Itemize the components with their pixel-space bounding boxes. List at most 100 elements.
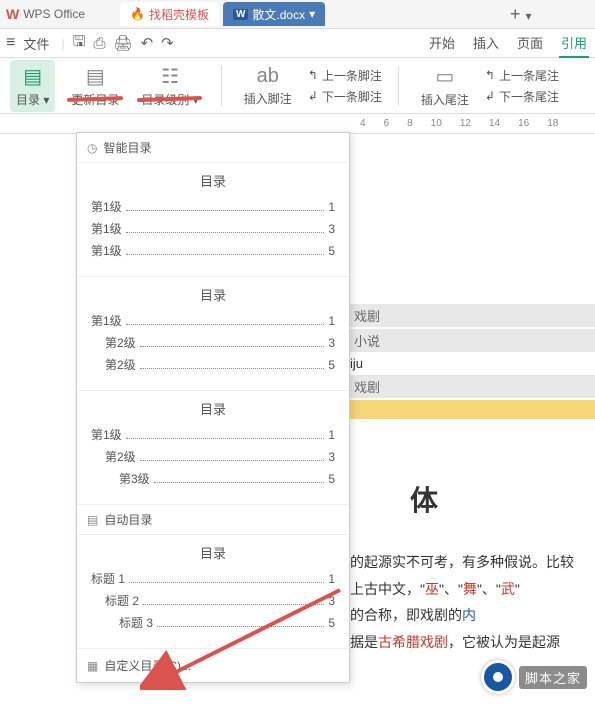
custom-toc-icon: ▦	[87, 659, 98, 673]
toc-row-label: 标题 2	[105, 592, 139, 609]
new-tab-button[interactable]: + ▾	[510, 4, 532, 25]
next-footnote-button[interactable]: ↲ 下一条脚注	[308, 88, 382, 105]
toc-row-leader	[143, 604, 324, 605]
next-endnote-button[interactable]: ↲ 下一条尾注	[485, 88, 559, 105]
toc-dropdown: ◷ 智能目录 目录第1级1第1级3第1级5目录第1级1第2级3第2级5目录第1级…	[76, 132, 350, 683]
watermark: 脚本之家	[481, 660, 587, 694]
toc-row-leader	[129, 582, 324, 583]
toc-style-option[interactable]: 目录标题 11标题 23标题 35	[77, 535, 349, 649]
insert-endnote-label: 插入尾注	[421, 91, 469, 108]
undo-icon[interactable]: ↶	[141, 34, 154, 52]
toc-row-page: 5	[328, 358, 335, 372]
toc-row-leader	[140, 460, 325, 461]
custom-toc-label: 自定义目录(C)...	[104, 657, 191, 674]
print-preview-icon[interactable]: ⎙	[94, 35, 106, 52]
ruler-mark: 16	[518, 118, 529, 129]
toc-preview-row: 标题 11	[91, 570, 335, 587]
update-toc-icon: ▤	[86, 64, 105, 89]
auto-toc-label: 自动目录	[104, 511, 152, 528]
prev-endnote-button[interactable]: ↰ 上一条尾注	[485, 67, 559, 84]
hamburger-icon[interactable]: ≡	[6, 34, 15, 52]
quick-toolbar: ≡ 文件 | 🖫 ⎙ 🖨 ↶ ↷ 开始 插入 页面 引用	[0, 28, 595, 58]
wps-logo-icon: W	[6, 6, 19, 22]
redo-icon[interactable]: ↷	[161, 34, 174, 52]
toc-label: 目录	[16, 93, 40, 107]
smart-toc-label: 智能目录	[103, 139, 151, 156]
active-doc-label: 散文.docx	[252, 6, 305, 23]
toc-preview-row: 第3级 5	[91, 470, 335, 487]
toc-preview-row: 第2级3	[91, 334, 335, 351]
toc-row-label: 第2级	[105, 356, 136, 373]
next-icon: ↲	[308, 89, 318, 103]
prev-icon: ↰	[308, 68, 318, 82]
toc-preview-row: 第1级 1	[91, 426, 335, 443]
toc-style-option[interactable]: 目录第1级1第1级3第1级5	[77, 163, 349, 277]
ribbon: ▤ 目录 ▾ ▤ 更新目录 ☷ 目录级别 ▾ ab 插入脚注 ↰上一条脚注 ↲ 下…	[0, 58, 595, 114]
toc-row-leader	[126, 232, 325, 233]
toc-preview-row: 第1级5	[91, 242, 335, 259]
doc-line: iju	[350, 354, 595, 373]
custom-toc-button[interactable]: ▦ 自定义目录(C)...	[77, 649, 349, 682]
print-icon[interactable]: 🖨	[114, 34, 133, 52]
dropdown-icon[interactable]: ▾	[309, 7, 315, 21]
toc-level-button[interactable]: ☷ 目录级别 ▾	[135, 60, 204, 112]
insert-endnote-button[interactable]: ▭ 插入尾注	[415, 60, 475, 112]
ruler-mark: 6	[384, 118, 390, 129]
clock-icon: ◷	[87, 141, 97, 155]
toc-row-label: 第2级	[105, 448, 136, 465]
toc-row-page: 1	[328, 572, 335, 586]
toc-preview-row: 第2级 5	[91, 356, 335, 373]
toc-row-page: 3	[328, 222, 335, 236]
toc-row-leader	[140, 346, 325, 347]
toc-row-page: 1	[328, 200, 335, 214]
prev-endnote-label: 上一条尾注	[499, 67, 559, 84]
prev-footnote-button[interactable]: ↰上一条脚注	[308, 67, 382, 84]
tab-insert[interactable]: 插入	[471, 29, 501, 58]
toc-row-page: 3	[328, 594, 335, 608]
toc-row-leader	[126, 254, 325, 255]
toc-row-leader	[157, 626, 324, 627]
toc-row-page: 5	[328, 244, 335, 258]
ruler-mark: 12	[460, 118, 471, 129]
prev-icon: ↰	[485, 68, 495, 82]
toc-row-label: 第1级	[91, 220, 122, 237]
toc-row-page: 1	[328, 314, 335, 328]
app-name: W WPS Office	[6, 6, 85, 22]
doc-paragraph: 的起源实不可考，有多种假说。比较 上古中文，"巫"、"舞"、"武" 的合称，即戏…	[350, 549, 595, 655]
save-icon[interactable]: 🖫	[73, 31, 86, 56]
ruler-mark: 8	[407, 118, 413, 129]
app-name-text: WPS Office	[23, 7, 85, 21]
toc-preview-row: 第1级 3	[91, 220, 335, 237]
toc-row-page: 5	[328, 472, 335, 486]
ruler-mark: 18	[547, 118, 558, 129]
toc-preview-row: 第1级1	[91, 198, 335, 215]
insert-footnote-button[interactable]: ab 插入脚注	[238, 61, 298, 111]
ruler-mark: 14	[489, 118, 500, 129]
template-tab-label: 找稻壳模板	[149, 6, 209, 23]
toc-button[interactable]: ▤ 目录 ▾	[10, 60, 55, 112]
toc-style-option[interactable]: 目录第1级1第2级3第3级5	[77, 391, 349, 505]
update-toc-button[interactable]: ▤ 更新目录	[65, 60, 125, 112]
toc-preview-row: 标题 35	[91, 614, 335, 631]
toc-row-label: 第3级	[119, 470, 150, 487]
footnote-icon: ab	[257, 65, 279, 88]
toc-row-page: 5	[328, 616, 335, 630]
main-tabs: 开始 插入 页面 引用	[427, 29, 589, 58]
toc-row-page: 1	[328, 428, 335, 442]
next-icon: ↲	[485, 89, 495, 103]
active-document-tab[interactable]: W 散文.docx ▾	[223, 2, 325, 26]
toc-style-option[interactable]: 目录第1级1第2级3第2级5	[77, 277, 349, 391]
tab-start[interactable]: 开始	[427, 29, 457, 58]
toc-row-leader	[140, 368, 325, 369]
tab-references[interactable]: 引用	[559, 29, 589, 58]
file-menu[interactable]: 文件	[23, 34, 49, 53]
tab-page[interactable]: 页面	[515, 29, 545, 58]
next-footnote-label: 下一条脚注	[322, 88, 382, 105]
toc-row-label: 第1级	[91, 426, 122, 443]
toc-row-page: 3	[328, 450, 335, 464]
next-endnote-label: 下一条尾注	[499, 88, 559, 105]
fire-icon: 🔥	[130, 7, 145, 21]
toc-row-leader	[154, 482, 325, 483]
template-tab[interactable]: 🔥 找稻壳模板	[120, 2, 219, 26]
toc-icon: ▤	[23, 64, 42, 89]
